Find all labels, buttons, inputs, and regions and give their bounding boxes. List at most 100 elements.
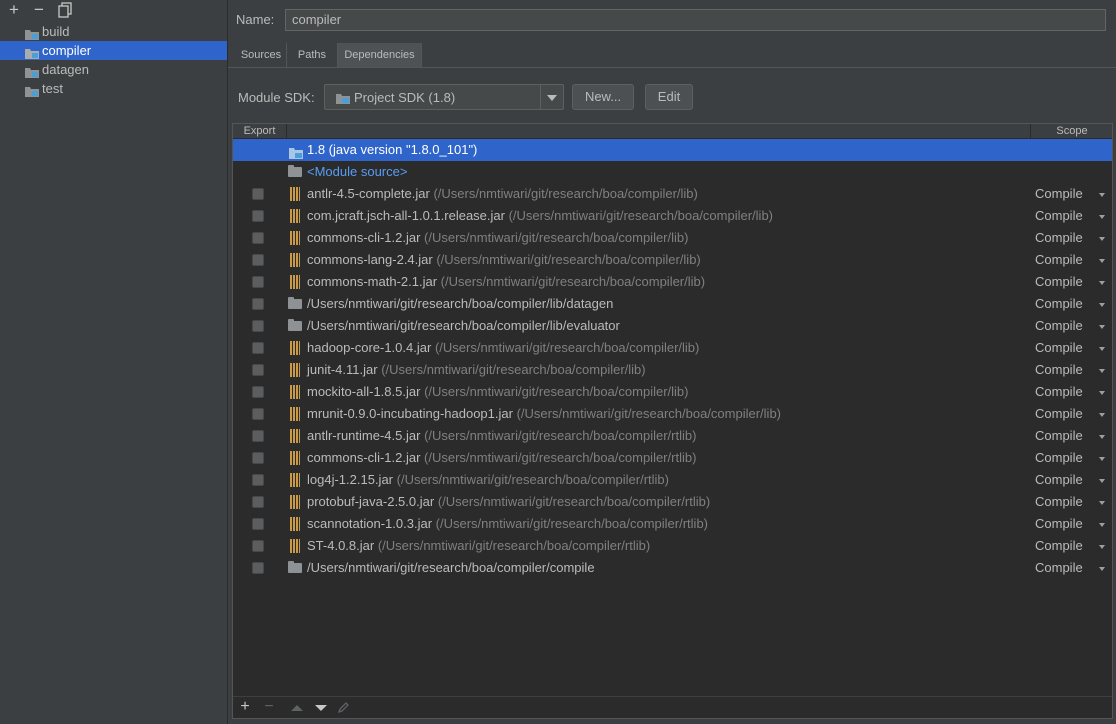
tab-dependencies[interactable]: Dependencies bbox=[338, 43, 422, 67]
remove-dependency-icon[interactable]: − bbox=[261, 698, 277, 716]
export-checkbox[interactable] bbox=[252, 386, 264, 398]
dependency-row[interactable]: commons-cli-1.2.jar (/Users/nmtiwari/git… bbox=[233, 227, 1112, 249]
dependency-name: hadoop-core-1.0.4.jar bbox=[307, 340, 432, 355]
chevron-down-icon[interactable] bbox=[540, 85, 563, 109]
export-column-header[interactable]: Export bbox=[233, 124, 287, 138]
chevron-down-icon[interactable] bbox=[1099, 281, 1105, 285]
remove-module-icon[interactable]: − bbox=[31, 1, 47, 18]
scope-dropdown[interactable]: Compile bbox=[1035, 337, 1083, 359]
dependency-row[interactable]: /Users/nmtiwari/git/research/boa/compile… bbox=[233, 557, 1112, 579]
dependency-row[interactable]: antlr-4.5-complete.jar (/Users/nmtiwari/… bbox=[233, 183, 1112, 205]
chevron-down-icon[interactable] bbox=[1099, 391, 1105, 395]
chevron-down-icon[interactable] bbox=[1099, 325, 1105, 329]
dependency-row[interactable]: junit-4.11.jar (/Users/nmtiwari/git/rese… bbox=[233, 359, 1112, 381]
export-checkbox[interactable] bbox=[252, 408, 264, 420]
export-checkbox[interactable] bbox=[252, 298, 264, 310]
dependency-row[interactable]: protobuf-java-2.5.0.jar (/Users/nmtiwari… bbox=[233, 491, 1112, 513]
scope-dropdown[interactable]: Compile bbox=[1035, 513, 1083, 535]
export-checkbox[interactable] bbox=[252, 474, 264, 486]
export-checkbox[interactable] bbox=[252, 342, 264, 354]
scope-dropdown[interactable]: Compile bbox=[1035, 359, 1083, 381]
dependency-row[interactable]: commons-lang-2.4.jar (/Users/nmtiwari/gi… bbox=[233, 249, 1112, 271]
tree-item-build[interactable]: build bbox=[0, 22, 227, 41]
scope-dropdown[interactable]: Compile bbox=[1035, 491, 1083, 513]
scope-dropdown[interactable]: Compile bbox=[1035, 557, 1083, 579]
new-sdk-button[interactable]: New... bbox=[572, 84, 634, 110]
dependencies-toolbar: + − bbox=[233, 696, 1112, 719]
tree-item-datagen[interactable]: datagen bbox=[0, 60, 227, 79]
chevron-down-icon[interactable] bbox=[1099, 215, 1105, 219]
dependency-row[interactable]: /Users/nmtiwari/git/research/boa/compile… bbox=[233, 315, 1112, 337]
module-sdk-dropdown[interactable]: Project SDK (1.8) bbox=[324, 84, 564, 110]
export-checkbox[interactable] bbox=[252, 496, 264, 508]
export-checkbox[interactable] bbox=[252, 562, 264, 574]
export-checkbox[interactable] bbox=[252, 540, 264, 552]
dependency-row[interactable]: hadoop-core-1.0.4.jar (/Users/nmtiwari/g… bbox=[233, 337, 1112, 359]
add-module-icon[interactable]: + bbox=[6, 1, 22, 18]
export-checkbox[interactable] bbox=[252, 518, 264, 530]
chevron-down-icon[interactable] bbox=[1099, 193, 1105, 197]
dependency-name: commons-lang-2.4.jar bbox=[307, 252, 433, 267]
scope-dropdown[interactable]: Compile bbox=[1035, 293, 1083, 315]
dependency-row[interactable]: commons-cli-1.2.jar (/Users/nmtiwari/git… bbox=[233, 447, 1112, 469]
chevron-down-icon[interactable] bbox=[1099, 501, 1105, 505]
scope-dropdown[interactable]: Compile bbox=[1035, 183, 1083, 205]
chevron-down-icon[interactable] bbox=[1099, 413, 1105, 417]
chevron-down-icon[interactable] bbox=[1099, 259, 1105, 263]
chevron-down-icon[interactable] bbox=[1099, 435, 1105, 439]
dependency-row[interactable]: commons-math-2.1.jar (/Users/nmtiwari/gi… bbox=[233, 271, 1112, 293]
scope-dropdown[interactable]: Compile bbox=[1035, 425, 1083, 447]
tree-item-compiler[interactable]: compiler bbox=[0, 41, 227, 60]
chevron-down-icon[interactable] bbox=[1099, 545, 1105, 549]
dependency-row[interactable]: mockito-all-1.8.5.jar (/Users/nmtiwari/g… bbox=[233, 381, 1112, 403]
move-up-icon[interactable] bbox=[291, 705, 303, 711]
scope-dropdown[interactable]: Compile bbox=[1035, 227, 1083, 249]
chevron-down-icon[interactable] bbox=[1099, 303, 1105, 307]
add-dependency-icon[interactable]: + bbox=[237, 698, 253, 716]
export-checkbox[interactable] bbox=[252, 232, 264, 244]
sdk-dependency-row[interactable]: 1.8 (java version "1.8.0_101") bbox=[233, 139, 1112, 161]
tree-item-test[interactable]: test bbox=[0, 79, 227, 98]
module-name-field[interactable]: compiler bbox=[285, 9, 1106, 31]
dependency-row[interactable]: /Users/nmtiwari/git/research/boa/compile… bbox=[233, 293, 1112, 315]
dependency-row[interactable]: ST-4.0.8.jar (/Users/nmtiwari/git/resear… bbox=[233, 535, 1112, 557]
scope-column-header[interactable]: Scope bbox=[1030, 124, 1113, 138]
scope-dropdown[interactable]: Compile bbox=[1035, 315, 1083, 337]
scope-dropdown[interactable]: Compile bbox=[1035, 205, 1083, 227]
chevron-down-icon[interactable] bbox=[1099, 347, 1105, 351]
export-checkbox[interactable] bbox=[252, 320, 264, 332]
scope-dropdown[interactable]: Compile bbox=[1035, 249, 1083, 271]
scope-dropdown[interactable]: Compile bbox=[1035, 403, 1083, 425]
move-down-icon[interactable] bbox=[315, 705, 327, 711]
chevron-down-icon[interactable] bbox=[1099, 567, 1105, 571]
export-checkbox[interactable] bbox=[252, 254, 264, 266]
edit-dependency-icon[interactable] bbox=[337, 701, 350, 716]
export-checkbox[interactable] bbox=[252, 452, 264, 464]
dependency-row[interactable]: scannotation-1.0.3.jar (/Users/nmtiwari/… bbox=[233, 513, 1112, 535]
dependency-path: (/Users/nmtiwari/git/research/boa/compil… bbox=[434, 340, 700, 355]
copy-module-icon[interactable] bbox=[57, 2, 73, 18]
tab-sources[interactable]: Sources bbox=[236, 43, 287, 67]
chevron-down-icon[interactable] bbox=[1099, 369, 1105, 373]
edit-sdk-button[interactable]: Edit bbox=[645, 84, 693, 110]
chevron-down-icon[interactable] bbox=[1099, 479, 1105, 483]
tab-paths[interactable]: Paths bbox=[287, 43, 338, 67]
export-checkbox[interactable] bbox=[252, 430, 264, 442]
chevron-down-icon[interactable] bbox=[1099, 457, 1105, 461]
chevron-down-icon[interactable] bbox=[1099, 523, 1105, 527]
scope-dropdown[interactable]: Compile bbox=[1035, 381, 1083, 403]
dependency-row[interactable]: mrunit-0.9.0-incubating-hadoop1.jar (/Us… bbox=[233, 403, 1112, 425]
dependency-row[interactable]: antlr-runtime-4.5.jar (/Users/nmtiwari/g… bbox=[233, 425, 1112, 447]
scope-dropdown[interactable]: Compile bbox=[1035, 447, 1083, 469]
scope-dropdown[interactable]: Compile bbox=[1035, 469, 1083, 491]
chevron-down-icon[interactable] bbox=[1099, 237, 1105, 241]
export-checkbox[interactable] bbox=[252, 188, 264, 200]
module-source-row[interactable]: <Module source> bbox=[233, 161, 1112, 183]
export-checkbox[interactable] bbox=[252, 276, 264, 288]
dependency-row[interactable]: com.jcraft.jsch-all-1.0.1.release.jar (/… bbox=[233, 205, 1112, 227]
dependency-row[interactable]: log4j-1.2.15.jar (/Users/nmtiwari/git/re… bbox=[233, 469, 1112, 491]
export-checkbox[interactable] bbox=[252, 210, 264, 222]
scope-dropdown[interactable]: Compile bbox=[1035, 271, 1083, 293]
export-checkbox[interactable] bbox=[252, 364, 264, 376]
scope-dropdown[interactable]: Compile bbox=[1035, 535, 1083, 557]
